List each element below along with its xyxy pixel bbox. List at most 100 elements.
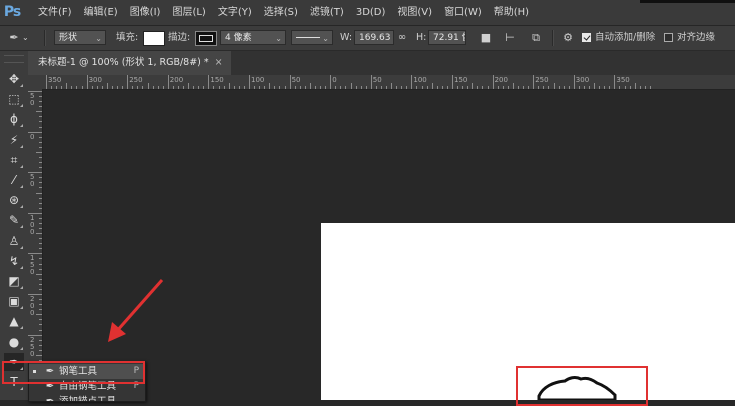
ruler-subtick bbox=[406, 86, 408, 89]
path-operations-icon[interactable]: ■ bbox=[478, 30, 494, 46]
ruler-subtick bbox=[39, 278, 42, 280]
ruler-label: 250 bbox=[535, 76, 549, 84]
ruler-subtick bbox=[56, 86, 58, 89]
ruler-label: 50 bbox=[30, 173, 35, 189]
more-tools-indicator bbox=[20, 144, 23, 148]
ruler-subtick bbox=[39, 299, 42, 301]
ruler-tick bbox=[452, 75, 453, 89]
pen-tool-preset-icon[interactable]: ✒ bbox=[6, 30, 22, 46]
menu-item[interactable]: 帮助(H) bbox=[488, 0, 535, 25]
width-field[interactable]: 169.63 | bbox=[354, 30, 394, 45]
ruler-subtick bbox=[568, 86, 570, 89]
ruler-subtick bbox=[36, 233, 42, 235]
ruler-subtick bbox=[624, 86, 626, 89]
menu-item[interactable]: 图层(L) bbox=[166, 0, 211, 25]
gradient-icon: ▣ bbox=[8, 294, 20, 309]
menu-item[interactable]: 窗口(W) bbox=[438, 0, 488, 25]
ruler-subtick bbox=[39, 324, 42, 326]
options-bar: ✒ ⌄ 形状 ⌄ 填充: 描边: 4 像素 ⌄ ⌄ W: 169.63 | ∞ H:… bbox=[0, 26, 735, 51]
ruler-tick bbox=[533, 75, 535, 89]
ruler-subtick bbox=[183, 86, 185, 89]
path-alignment-icon[interactable]: ⊢ bbox=[502, 30, 518, 46]
ruler-subtick bbox=[39, 222, 42, 224]
ruler-subtick bbox=[589, 86, 591, 89]
brush-tool[interactable]: ✎ bbox=[4, 211, 24, 229]
history-brush-tool[interactable]: ↯ bbox=[4, 252, 24, 270]
ruler-label: 150 bbox=[30, 254, 35, 277]
chevron-down-icon[interactable]: ⌄ bbox=[22, 26, 29, 50]
ruler-subtick bbox=[39, 319, 42, 321]
marquee-tool[interactable]: ⬚ bbox=[4, 90, 24, 108]
stroke-width-value: 4 像素 bbox=[225, 33, 252, 43]
menu-item[interactable]: 滤镜(T) bbox=[304, 0, 350, 25]
link-icon[interactable]: ∞ bbox=[394, 30, 410, 46]
ruler-subtick bbox=[36, 192, 42, 194]
vertical-ruler[interactable]: 50050100150200250300 bbox=[28, 89, 43, 400]
menu-item[interactable]: 编辑(E) bbox=[78, 0, 124, 25]
gradient-tool[interactable]: ▣ bbox=[4, 292, 24, 310]
align-edges-checkbox[interactable] bbox=[664, 33, 673, 42]
quick-select-tool[interactable]: ⚡ bbox=[4, 131, 24, 149]
menu-item[interactable]: 视图(V) bbox=[391, 0, 438, 25]
ruler-subtick bbox=[619, 86, 621, 89]
ruler-subtick bbox=[36, 354, 42, 356]
ruler-subtick bbox=[325, 86, 327, 89]
ruler-subtick bbox=[39, 288, 42, 290]
flyout-item[interactable]: ✒ 添加锚点工具 bbox=[29, 394, 145, 401]
fill-swatch[interactable] bbox=[143, 31, 165, 46]
ruler-subtick bbox=[39, 263, 42, 265]
dodge-tool[interactable]: ● bbox=[4, 333, 24, 351]
ruler-subtick bbox=[350, 83, 352, 89]
tool-mode-value: 形状 bbox=[59, 33, 78, 43]
ruler-subtick bbox=[39, 116, 42, 118]
height-field[interactable]: 72.91 像 bbox=[428, 30, 466, 45]
move-tool[interactable]: ✥ bbox=[4, 70, 24, 88]
blur-tool[interactable]: ▲ bbox=[4, 312, 24, 330]
ruler-subtick bbox=[502, 86, 504, 89]
lasso-tool[interactable]: ϕ bbox=[4, 110, 24, 128]
ruler-subtick bbox=[441, 86, 443, 89]
ruler-subtick bbox=[39, 202, 42, 204]
ruler-subtick bbox=[482, 86, 484, 89]
stroke-swatch[interactable] bbox=[195, 31, 217, 46]
eyedropper-tool[interactable]: ⁄ bbox=[4, 171, 24, 189]
ruler-label: 200 bbox=[494, 76, 508, 84]
menu-item[interactable]: 图像(I) bbox=[124, 0, 167, 25]
crop-tool[interactable]: ⌗ bbox=[4, 151, 24, 169]
document-tab-bar: 未标题-1 @ 100% (形状 1, RGB/8#) * × bbox=[28, 51, 735, 75]
healing-brush-tool[interactable]: ⊛ bbox=[4, 191, 24, 209]
dodge-icon: ● bbox=[8, 334, 20, 349]
clone-stamp-tool[interactable]: ♙ bbox=[4, 232, 24, 250]
ruler-subtick bbox=[177, 86, 179, 89]
auto-add-delete-checkbox[interactable] bbox=[582, 33, 591, 42]
ruler-subtick bbox=[66, 83, 68, 89]
menu-item[interactable]: 3D(D) bbox=[350, 0, 392, 25]
ruler-subtick bbox=[583, 86, 585, 89]
ruler-subtick bbox=[497, 86, 499, 89]
horizontal-ruler[interactable]: 350 300 250 200 150 100 50 0 50 100 150 200 250 300 35… bbox=[42, 75, 735, 90]
tool-mode-select[interactable]: 形状 ⌄ bbox=[54, 30, 106, 45]
bandage-icon: ⊛ bbox=[8, 193, 20, 208]
eraser-tool[interactable]: ◩ bbox=[4, 272, 24, 290]
tools-panel-grip[interactable] bbox=[4, 55, 24, 63]
stroke-type-select[interactable]: ⌄ bbox=[291, 30, 333, 45]
gear-icon[interactable]: ⚙ bbox=[560, 30, 576, 46]
ruler-subtick bbox=[421, 86, 423, 89]
ruler-subtick bbox=[436, 86, 438, 89]
close-icon[interactable]: × bbox=[215, 57, 223, 68]
ruler-tick bbox=[573, 75, 575, 89]
menu-item[interactable]: 文件(F) bbox=[32, 0, 78, 25]
ruler-subtick bbox=[39, 106, 42, 108]
ruler-label: 350 bbox=[48, 76, 62, 84]
menu-item[interactable]: 文字(Y) bbox=[212, 0, 258, 25]
stroke-width-field[interactable]: 4 像素 ⌄ bbox=[220, 30, 286, 45]
menu-item[interactable]: 选择(S) bbox=[258, 0, 304, 25]
document-tab[interactable]: 未标题-1 @ 100% (形状 1, RGB/8#) * × bbox=[28, 51, 231, 75]
ruler-subtick bbox=[218, 86, 220, 89]
ruler-subtick bbox=[254, 86, 256, 89]
ruler-origin[interactable] bbox=[28, 75, 43, 90]
path-arrangement-icon[interactable]: ⧉ bbox=[528, 30, 544, 46]
ruler-subtick bbox=[157, 86, 159, 89]
ruler-subtick bbox=[152, 86, 154, 89]
title-strip bbox=[640, 0, 735, 3]
